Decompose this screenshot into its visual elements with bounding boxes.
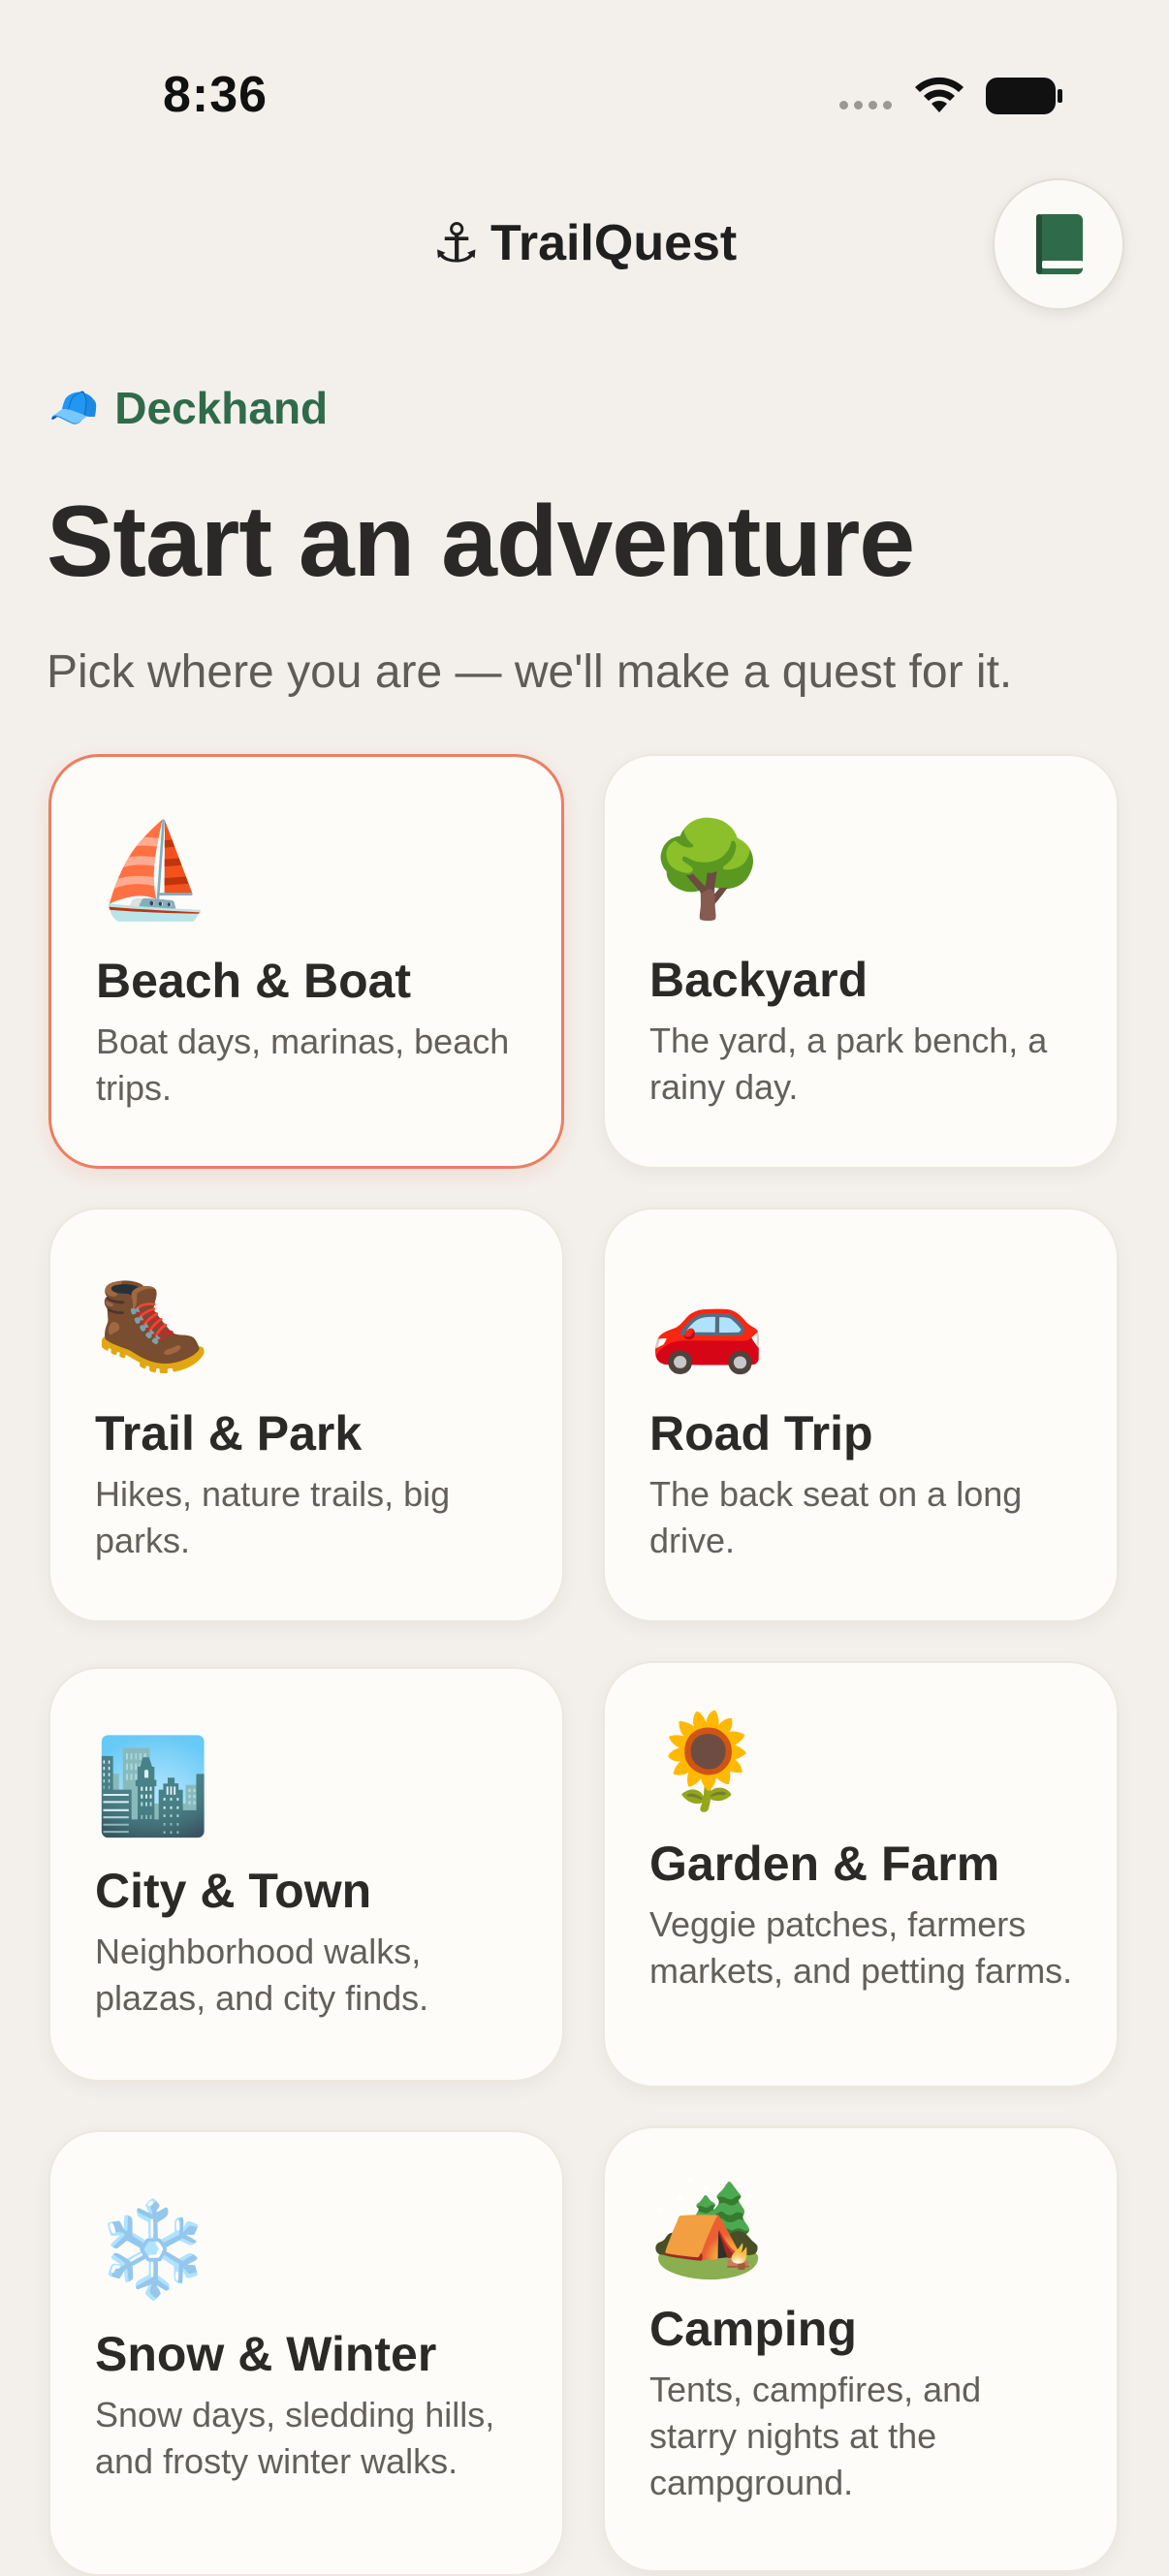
car-icon: 🚗 xyxy=(649,1272,766,1375)
card-road-trip[interactable]: 🚗 Road Trip The back seat on a long driv… xyxy=(603,1208,1119,1622)
card-garden-farm[interactable]: 🌻 Garden & Farm Veggie patches, farmers … xyxy=(603,1661,1119,2088)
camping-tent-icon: 🏕️ xyxy=(649,2177,766,2280)
cityscape-icon: 🏙️ xyxy=(95,1735,211,1838)
anchor-icon: ⚓ xyxy=(431,212,481,273)
card-title: Trail & Park xyxy=(95,1406,363,1461)
card-description: The yard, a park bench, a rainy day. xyxy=(649,1021,1048,1107)
wifi-icon xyxy=(915,77,964,112)
signal-dots-icon xyxy=(839,101,892,110)
card-description: Tents, campfires, and starry nights at t… xyxy=(649,2370,982,2502)
card-camping[interactable]: 🏕️ Camping Tents, campfires, and starry … xyxy=(603,2126,1119,2572)
journal-button[interactable] xyxy=(993,178,1124,310)
snowflake-icon: ❄️ xyxy=(95,2198,211,2302)
status-bar: 8:36 xyxy=(0,0,1169,145)
card-description: The back seat on a long drive. xyxy=(649,1474,1023,1560)
page-subtitle: Pick where you are — we'll make a quest … xyxy=(47,646,1013,698)
tree-icon: 🌳 xyxy=(649,818,766,922)
card-title: Beach & Boat xyxy=(96,954,412,1008)
status-time: 8:36 xyxy=(163,67,269,123)
card-description: Veggie patches, farmers markets, and pet… xyxy=(649,1904,1073,1991)
card-backyard[interactable]: 🌳 Backyard The yard, a park bench, a rai… xyxy=(603,754,1119,1169)
card-trail-park[interactable]: 🥾 Trail & Park Hikes, nature trails, big… xyxy=(48,1208,564,1622)
card-description: Hikes, nature trails, big parks. xyxy=(95,1474,451,1560)
rank-badge: 🧢 Deckhand xyxy=(48,382,328,434)
card-snow-winter[interactable]: ❄️ Snow & Winter Snow days, sledding hil… xyxy=(48,2130,564,2576)
battery-icon xyxy=(986,78,1062,114)
rank-label: Deckhand xyxy=(114,383,329,433)
card-description: Snow days, sledding hills, and frosty wi… xyxy=(95,2395,495,2481)
card-title: Backyard xyxy=(649,953,869,1007)
hiking-boot-icon: 🥾 xyxy=(95,1272,211,1375)
card-description: Neighborhood walks, plazas, and city fin… xyxy=(95,1932,429,2018)
page-title: Start an adventure xyxy=(47,486,915,598)
card-description: Boat days, marinas, beach trips. xyxy=(96,1021,510,1108)
card-title: Snow & Winter xyxy=(95,2327,437,2381)
app-title-text: TrailQuest xyxy=(490,215,738,271)
card-title: Garden & Farm xyxy=(649,1837,1000,1891)
card-title: Camping xyxy=(649,2302,857,2356)
book-icon xyxy=(1036,214,1083,274)
sailboat-icon: ⛵ xyxy=(96,819,212,923)
sunflower-icon: 🌻 xyxy=(649,1710,766,1813)
card-beach-boat[interactable]: ⛵ Beach & Boat Boat days, marinas, beach… xyxy=(48,754,564,1169)
card-title: Road Trip xyxy=(649,1406,873,1461)
card-city-town[interactable]: 🏙️ City & Town Neighborhood walks, plaza… xyxy=(48,1667,564,2082)
card-title: City & Town xyxy=(95,1864,372,1918)
cap-icon: 🧢 xyxy=(48,384,100,430)
